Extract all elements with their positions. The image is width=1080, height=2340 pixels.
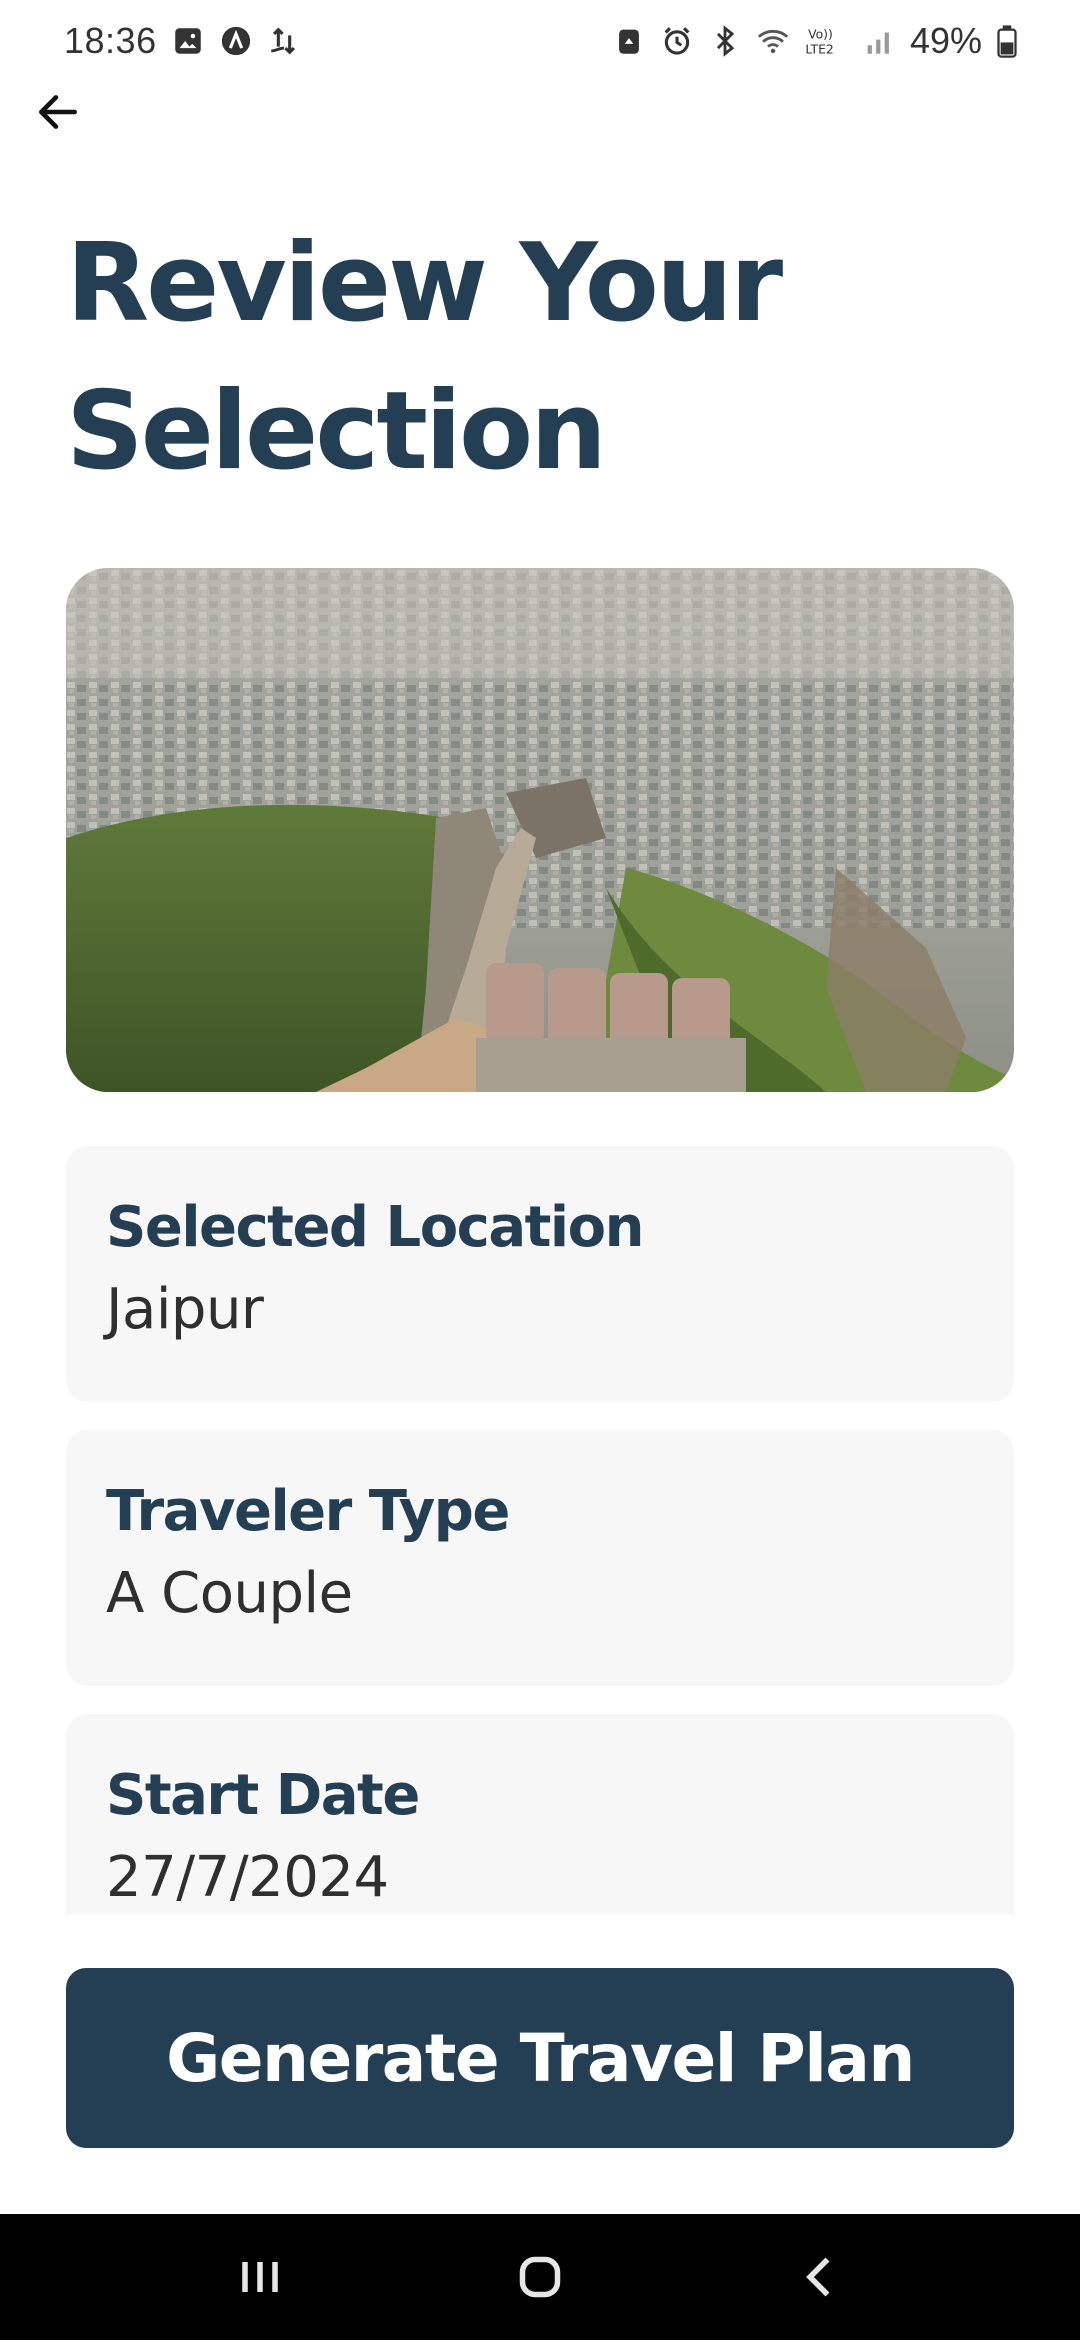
card-value: Jaipur <box>106 1277 264 1342</box>
signal-icon <box>862 24 896 58</box>
status-time: 18:36 <box>64 20 157 61</box>
page-title: Review Your Selection <box>66 221 783 494</box>
summary-card-start-date: Start Date 27/7/2024 <box>66 1714 1014 1914</box>
card-label: Traveler Type <box>106 1479 510 1544</box>
summary-card-location: Selected Location Jaipur <box>66 1146 1014 1402</box>
summary-card-traveler-type: Traveler Type A Couple <box>66 1430 1014 1686</box>
system-back-button[interactable] <box>775 2232 865 2322</box>
recent-apps-button[interactable] <box>215 2232 305 2322</box>
svg-text:Vo)): Vo)) <box>808 27 833 41</box>
transfer-icon <box>267 24 301 58</box>
card-value: A Couple <box>106 1561 353 1626</box>
back-button[interactable] <box>26 80 90 144</box>
card-value: 27/7/2024 <box>106 1845 389 1910</box>
chevron-left-icon <box>806 2257 830 2297</box>
status-right: Vo)) LTE2 49% <box>612 20 1018 62</box>
home-icon <box>519 2256 561 2298</box>
gallery-icon <box>171 24 205 58</box>
recent-apps-icon <box>242 2262 278 2292</box>
status-left: 18:36 <box>64 20 301 62</box>
bluetooth-icon <box>708 24 742 58</box>
summary-list[interactable]: Selected Location Jaipur Traveler Type A… <box>66 1146 1014 1914</box>
status-bar: 18:36 Vo)) LTE2 49% <box>0 0 1080 82</box>
battery-icon <box>996 24 1018 58</box>
wifi-icon <box>756 24 790 58</box>
battery-percentage: 49% <box>909 20 982 61</box>
generate-travel-plan-button[interactable]: Generate Travel Plan <box>66 1968 1014 2148</box>
generate-button-label: Generate Travel Plan <box>166 2019 915 2097</box>
system-nav-bar <box>0 2214 1080 2340</box>
destination-image <box>66 568 1014 1092</box>
card-label: Selected Location <box>106 1195 644 1260</box>
arrow-left-icon <box>39 95 77 129</box>
svg-text:LTE2: LTE2 <box>805 42 833 56</box>
alarm-icon <box>660 24 694 58</box>
a-circle-icon <box>219 24 253 58</box>
card-label: Start Date <box>106 1763 420 1828</box>
volte-icon: Vo)) LTE2 <box>804 24 848 58</box>
home-button[interactable] <box>495 2232 585 2322</box>
recycle-icon <box>612 24 646 58</box>
